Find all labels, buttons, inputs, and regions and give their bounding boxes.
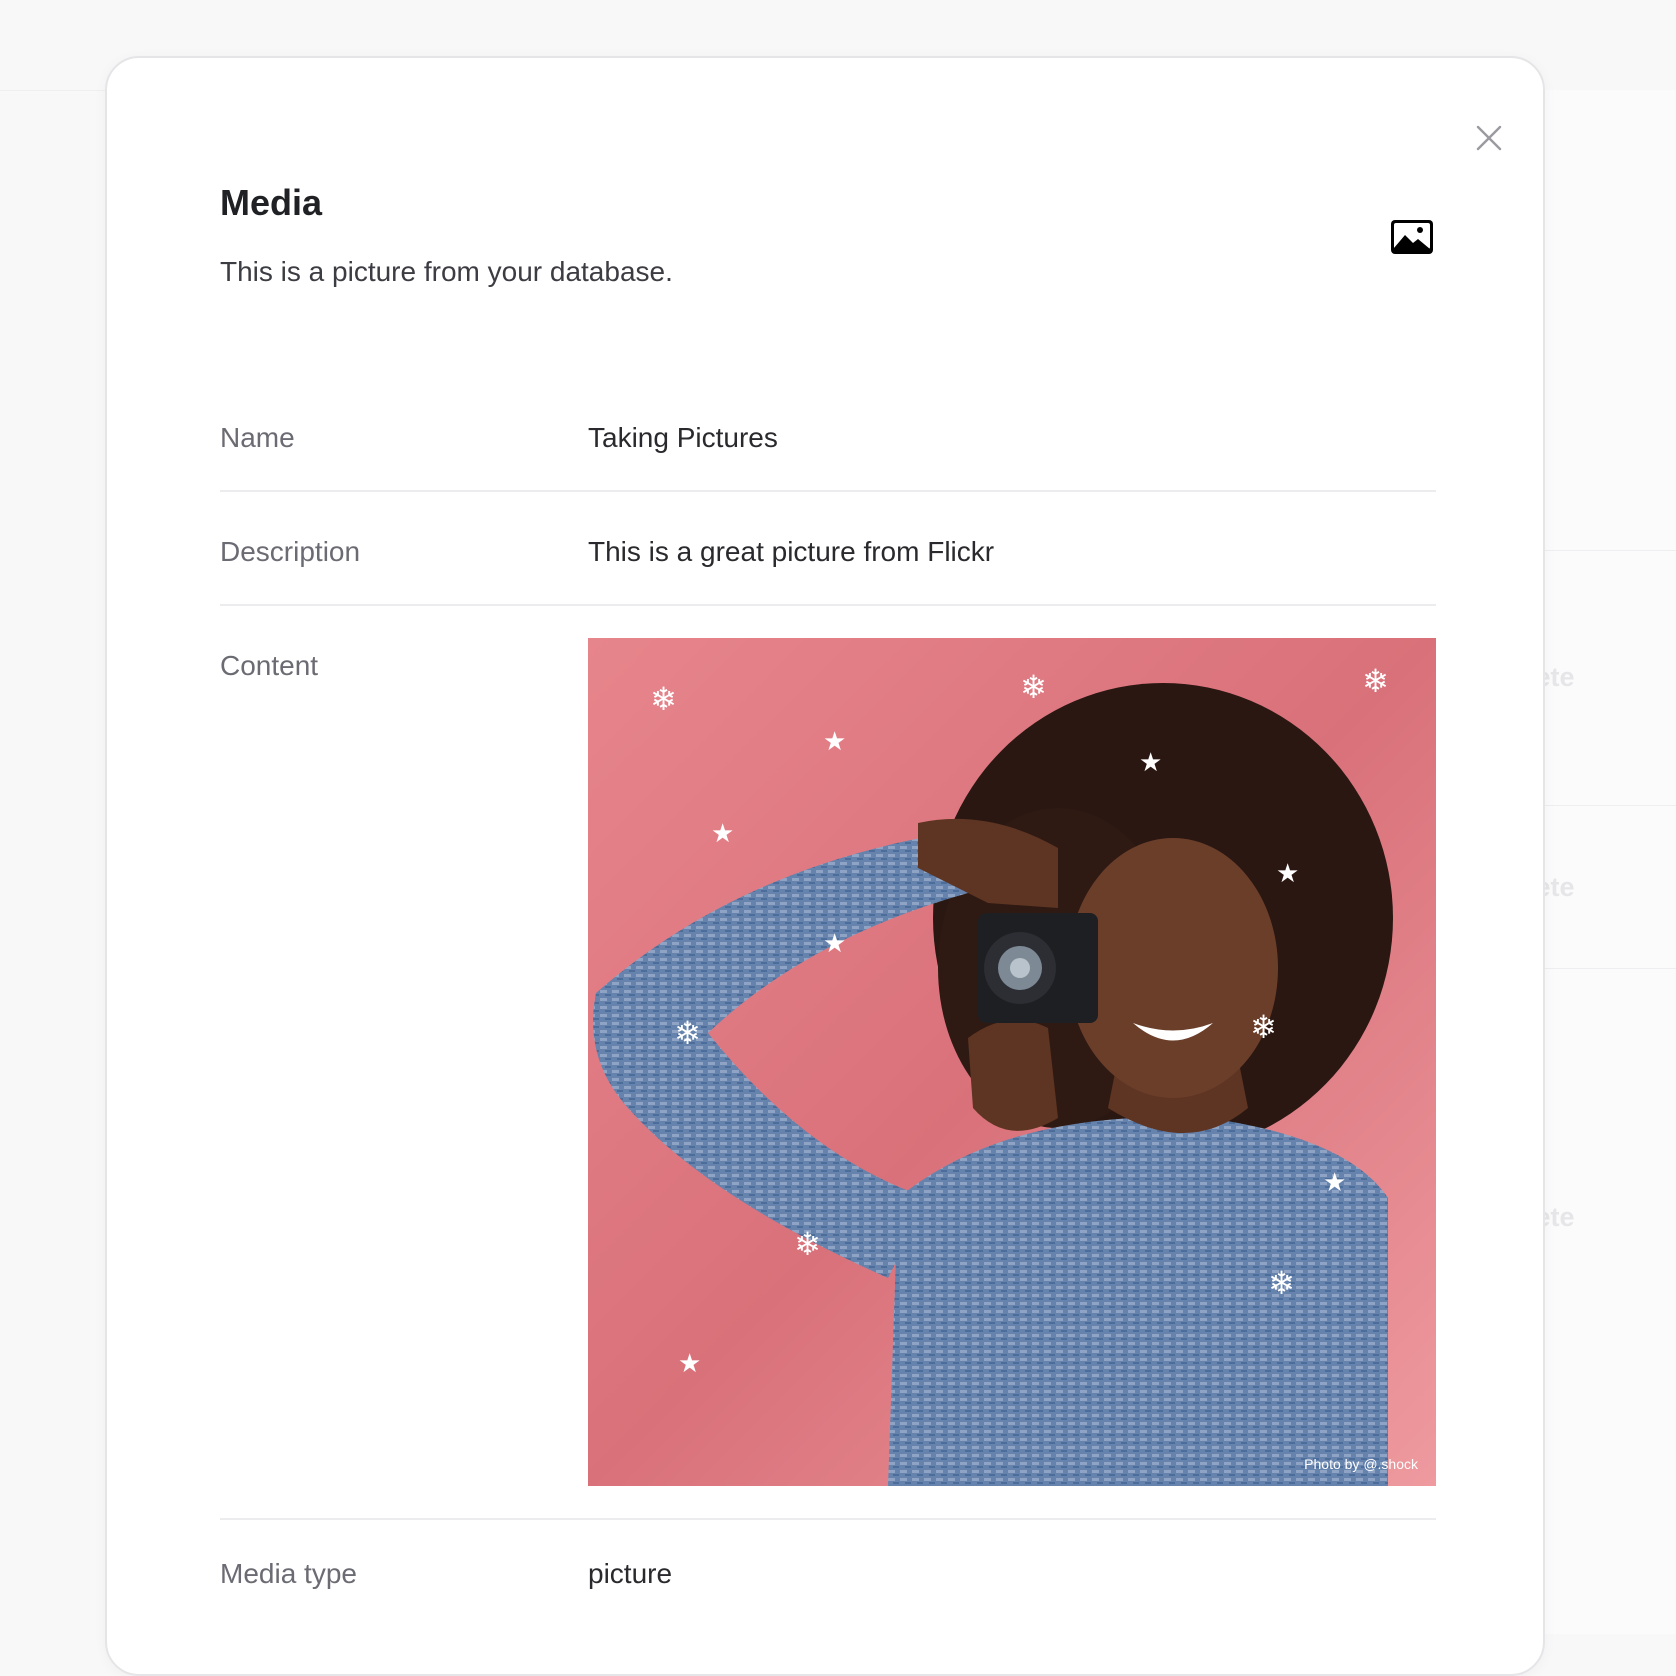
- photo-illustration: ★ ★ ★ ★ ★ ★ ★ ❄ ❄ ❄ ❄ ❄ ❄ ❄: [588, 638, 1436, 1486]
- media-type-label: Media type: [220, 1558, 357, 1589]
- modal-subtitle: This is a picture from your database.: [220, 256, 673, 287]
- svg-text:★: ★: [1276, 859, 1299, 889]
- svg-text:★: ★: [823, 727, 846, 757]
- svg-text:❄: ❄: [674, 1014, 701, 1052]
- svg-text:❄: ❄: [1268, 1264, 1295, 1302]
- close-button[interactable]: [1469, 118, 1509, 158]
- description-label: Description: [220, 536, 361, 567]
- row-divider: [220, 1518, 1436, 1520]
- media-type-value: picture: [588, 1558, 673, 1589]
- svg-text:★: ★: [1139, 748, 1162, 778]
- description-value: This is a great picture from Flickr: [588, 536, 995, 567]
- close-icon: [1476, 125, 1502, 151]
- sweater: [888, 1117, 1388, 1486]
- background-divider: [1545, 805, 1676, 806]
- lower-hand: [968, 1020, 1058, 1131]
- svg-text:❄: ❄: [650, 680, 677, 718]
- content-label: Content: [220, 650, 319, 681]
- svg-text:❄: ❄: [1250, 1008, 1277, 1046]
- name-value: Taking Pictures: [588, 422, 778, 453]
- image-icon: [1391, 220, 1433, 254]
- media-modal: Media This is a picture from your databa…: [105, 56, 1545, 1676]
- background-divider: [1545, 968, 1676, 969]
- row-divider: [220, 490, 1436, 492]
- photo-credit: Photo by @.shock: [1304, 1456, 1418, 1472]
- svg-text:❄: ❄: [1020, 668, 1047, 706]
- svg-text:★: ★: [823, 929, 846, 959]
- modal-title: Media: [220, 182, 323, 223]
- content-image[interactable]: ★ ★ ★ ★ ★ ★ ★ ❄ ❄ ❄ ❄ ❄ ❄ ❄ Photo by @.s…: [588, 638, 1436, 1486]
- svg-text:★: ★: [1323, 1168, 1346, 1198]
- svg-text:❄: ❄: [794, 1225, 821, 1263]
- background-divider: [1545, 550, 1676, 551]
- svg-text:★: ★: [711, 819, 734, 849]
- row-divider: [220, 604, 1436, 606]
- svg-text:★: ★: [678, 1349, 701, 1379]
- name-label: Name: [220, 422, 295, 453]
- face: [1068, 838, 1278, 1098]
- svg-text:❄: ❄: [1362, 662, 1389, 700]
